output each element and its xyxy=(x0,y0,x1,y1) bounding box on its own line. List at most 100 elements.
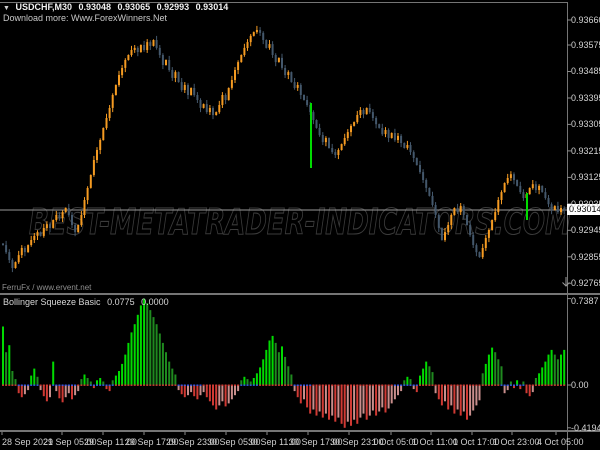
squeeze-dot xyxy=(268,384,271,386)
squeeze-dot xyxy=(133,384,136,386)
squeeze-dot xyxy=(277,384,280,386)
candle-down xyxy=(259,30,262,33)
histogram-bar xyxy=(36,376,39,385)
candle-up xyxy=(230,80,233,88)
squeeze-dot xyxy=(61,384,64,386)
candle-down xyxy=(371,112,374,118)
squeeze-dot xyxy=(550,384,553,386)
histogram-bar xyxy=(193,385,196,397)
candle-down xyxy=(381,128,384,135)
candle-up xyxy=(506,178,509,183)
candle-down xyxy=(431,195,434,205)
squeeze-dot xyxy=(11,384,14,386)
squeeze-dot xyxy=(531,384,534,386)
indicator-chart-area[interactable] xyxy=(0,296,567,430)
price-axis[interactable] xyxy=(568,3,600,430)
squeeze-dot xyxy=(309,384,312,386)
squeeze-dot xyxy=(30,384,33,386)
histogram-bar xyxy=(190,385,193,393)
squeeze-dot xyxy=(221,384,224,386)
squeeze-dot xyxy=(124,384,127,386)
squeeze-dot xyxy=(487,384,490,386)
squeeze-dot xyxy=(406,384,409,386)
candle-down xyxy=(331,148,334,153)
squeeze-dot xyxy=(491,384,494,386)
histogram-bar xyxy=(224,385,227,407)
candle-up xyxy=(99,140,102,150)
time-axis[interactable] xyxy=(0,432,567,450)
squeeze-dot xyxy=(2,384,4,386)
histogram-bar xyxy=(168,361,171,385)
candle-up xyxy=(503,183,506,193)
histogram-bar xyxy=(328,385,330,420)
candle-up xyxy=(61,212,64,218)
squeeze-dot xyxy=(252,384,255,386)
candle-up xyxy=(560,208,562,213)
candle-up xyxy=(484,238,487,248)
squeeze-dot xyxy=(522,384,525,386)
histogram-bar xyxy=(453,385,456,414)
histogram-bar xyxy=(133,324,136,385)
candle-down xyxy=(67,208,70,216)
histogram-bar xyxy=(202,385,205,393)
candle-up xyxy=(102,128,105,141)
candle-up xyxy=(42,228,45,236)
candle-down xyxy=(290,72,293,83)
histogram-bar xyxy=(415,385,418,393)
squeeze-dot xyxy=(96,384,98,386)
histogram-bar xyxy=(547,354,550,385)
candle-up xyxy=(390,133,393,138)
candle-up xyxy=(124,60,127,68)
candle-up xyxy=(27,245,30,253)
candle-up xyxy=(528,188,531,195)
histogram-bar xyxy=(447,385,450,410)
vertical-line-mark xyxy=(526,193,528,220)
histogram-bar xyxy=(271,335,274,385)
candle-up xyxy=(64,208,67,213)
candle-up xyxy=(221,95,224,105)
squeeze-dot xyxy=(71,384,73,386)
candle-down xyxy=(469,225,472,235)
histogram-bar xyxy=(130,332,133,385)
squeeze-dot xyxy=(428,384,431,386)
candle-up xyxy=(497,200,500,213)
squeeze-dot xyxy=(503,384,506,386)
candle-down xyxy=(180,82,183,90)
histogram-bar xyxy=(500,366,503,385)
histogram-bar xyxy=(393,385,396,400)
histogram-bar xyxy=(303,385,305,400)
candle-up xyxy=(287,72,290,75)
candle-up xyxy=(86,188,89,201)
squeeze-dot xyxy=(74,384,77,386)
histogram-bar xyxy=(262,359,265,385)
candle-up xyxy=(249,35,252,43)
histogram-bar xyxy=(102,381,105,385)
squeeze-dot xyxy=(212,384,214,386)
candle-up xyxy=(350,125,352,133)
histogram-bar xyxy=(284,356,287,385)
histogram-bar xyxy=(174,374,177,385)
histogram-bar xyxy=(296,385,299,398)
squeeze-dot xyxy=(64,384,67,386)
histogram-bar xyxy=(419,375,421,385)
squeeze-dot xyxy=(130,384,133,386)
candle-down xyxy=(177,72,180,83)
histogram-bar xyxy=(434,385,437,394)
squeeze-dot xyxy=(80,384,83,386)
candle-up xyxy=(133,47,136,50)
histogram-bar xyxy=(346,385,349,422)
candle-up xyxy=(234,70,236,80)
squeeze-dot xyxy=(243,384,246,386)
squeeze-dot xyxy=(331,384,334,386)
candle-down xyxy=(550,204,553,211)
histogram-bar xyxy=(390,385,393,404)
histogram-bar xyxy=(525,385,528,394)
squeeze-dot xyxy=(456,384,459,386)
candle-down xyxy=(522,192,525,198)
histogram-bar xyxy=(171,368,174,385)
histogram-bar xyxy=(362,385,365,414)
squeeze-dot xyxy=(425,384,428,386)
chart-canvas[interactable]: BEST-METATRADER-INDICATORS.COM xyxy=(0,0,600,450)
squeeze-dot xyxy=(447,384,450,386)
squeeze-dot xyxy=(362,384,365,386)
